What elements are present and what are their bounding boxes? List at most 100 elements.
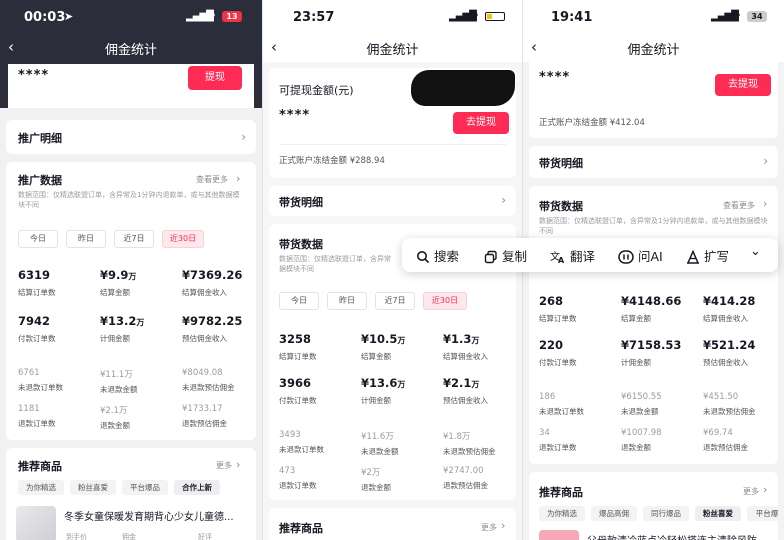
sub-stat-item: 186 未退款订单数 — [539, 392, 584, 416]
withdraw-button[interactable]: 去提现 — [715, 74, 771, 96]
withdraw-button[interactable]: 去提现 — [453, 112, 509, 134]
range-7d[interactable]: 近7日 — [114, 230, 154, 248]
range-30d[interactable]: 近30日 — [162, 230, 204, 248]
translate-action[interactable]: 文 A 翻译 — [550, 246, 595, 265]
section-title: 推荐商品 — [279, 522, 323, 535]
range-today[interactable]: 今日 — [279, 292, 319, 310]
stat-item: ¥1.3万 结算佣金收入 — [443, 332, 488, 361]
copy-action[interactable]: 复制 — [484, 246, 527, 265]
page-title: 佣金统计 — [366, 43, 419, 58]
translate-icon: 文A — [550, 250, 565, 265]
wifi-icon: ◠ — [469, 9, 479, 22]
wifi-icon: ◠ — [206, 9, 216, 22]
goods-detail-row[interactable]: 带货明细 › — [529, 146, 778, 178]
stat-item: ¥13.2万 计佣金额 — [100, 314, 145, 343]
chevron-down-icon[interactable]: ⌄ — [750, 244, 761, 259]
ask-ai-action[interactable]: 问AI — [618, 246, 663, 265]
range-30d[interactable]: 近30日 — [423, 292, 467, 310]
product-tab[interactable]: 粉丝喜爱 — [695, 506, 741, 521]
stat-item: ¥7369.26 结算佣金收入 — [182, 268, 243, 297]
product-title[interactable]: 父母款清冷蓝点冷轻松搭连主清除风防 — [587, 532, 777, 540]
stat-item: ¥10.5万 结算金额 — [361, 332, 406, 361]
panel-1: 00:03 ➤ ▂▄▆█ ◠ 13 ‹ 佣金统计 **** 提现 推广明细 › … — [0, 0, 262, 540]
withdraw-card: **** 去提现 正式账户冻结金额 ¥412.04 — [529, 62, 778, 138]
chevron-right-icon: › — [763, 154, 768, 168]
product-tab[interactable]: 平台爆品 — [122, 480, 168, 495]
scope-note: 数据范围：仅精选联盟订单，含异常 — [279, 255, 391, 263]
goods-detail-row[interactable]: 带货明细 › — [269, 186, 516, 216]
stat-item: ¥414.28 结算佣金收入 — [703, 294, 756, 323]
nav-bar: ‹ 佣金统计 — [0, 34, 262, 62]
divider — [279, 144, 506, 145]
sub-stat-item: ¥1007.98 退款金额 — [621, 428, 662, 452]
product-thumbnail[interactable] — [16, 506, 56, 540]
sub-stat-item: ¥11.6万 未退款金额 — [361, 432, 399, 456]
product-tab[interactable]: 合作上新 — [174, 480, 220, 495]
frozen-amount[interactable]: 正式账户冻结金额 ¥412.04 — [539, 116, 645, 128]
withdraw-button[interactable]: 提现 — [188, 66, 242, 90]
more-link[interactable]: 更多 — [481, 522, 497, 533]
promo-detail-label: 推广明细 — [18, 132, 62, 145]
range-7d[interactable]: 近7日 — [375, 292, 415, 310]
scope-note: 数据范围：仅精选联盟订单，含异常及1分钟内退款单，或与其他数据模块不同 — [539, 217, 768, 235]
location-icon: ➤ — [64, 10, 74, 23]
page-title: 佣金统计 — [627, 43, 680, 58]
frozen-amount[interactable]: 正式账户冻结金额 ¥288.94 — [279, 154, 385, 166]
stat-item: ¥2.1万 预估佣金收入 — [443, 376, 488, 405]
sub-stat-item: ¥1733.17 退款预估佣金 — [182, 404, 227, 428]
product-tab[interactable]: 粉丝喜爱 — [70, 480, 116, 495]
stat-item: 7942 付款订单数 — [18, 314, 56, 343]
chevron-right-icon: › — [241, 130, 246, 144]
sub-stat-item: ¥8049.08 未退款预估佣金 — [182, 368, 235, 392]
chevron-right-icon: › — [501, 193, 506, 207]
product-thumbnail[interactable] — [539, 530, 579, 540]
status-time: 23:57 — [293, 10, 335, 25]
sub-stat-item: ¥11.1万 未退款金额 — [100, 370, 138, 394]
masked-amount: **** — [279, 108, 311, 123]
stat-item: 6319 结算订单数 — [18, 268, 56, 297]
more-link[interactable]: 更多 — [216, 460, 232, 471]
range-yesterday[interactable]: 昨日 — [327, 292, 367, 310]
expand-write-icon — [687, 249, 699, 264]
status-bar: 23:57 ▂▄▆█ ◠ — [263, 0, 522, 34]
sub-stat-item: 6761 未退款订单数 — [18, 368, 63, 392]
product-price-label: 到手价 — [66, 533, 87, 540]
nav-bar: ‹ 佣金统计 — [263, 34, 522, 62]
range-yesterday[interactable]: 昨日 — [66, 230, 106, 248]
recommended-products-card: 推荐商品 更多 › — [269, 508, 516, 540]
battery-icon: 34 — [747, 11, 767, 22]
view-more-link[interactable]: 查看更多 — [196, 174, 228, 185]
product-tab[interactable]: 平台爆 — [747, 506, 778, 521]
product-title[interactable]: 冬季女童保暖发育期背心少女儿童德... — [64, 508, 244, 523]
sub-stat-item: 473 退款订单数 — [279, 466, 317, 490]
search-icon — [417, 251, 430, 264]
battery-icon — [485, 12, 505, 21]
chevron-right-icon: › — [236, 172, 241, 185]
section-title: 推荐商品 — [539, 486, 583, 499]
expand-write-action[interactable]: 扩写 — [686, 246, 729, 265]
view-more-link[interactable]: 查看更多 — [723, 200, 755, 211]
sub-stat-item: 1181 退款订单数 — [18, 404, 56, 428]
promo-detail-row[interactable]: 推广明细 › — [6, 120, 256, 154]
product-tab[interactable]: 爆品高佣 — [591, 506, 637, 521]
product-tab[interactable]: 同行爆品 — [643, 506, 689, 521]
status-bar: 19:41 ▂▄▆█ ◠ 34 — [523, 0, 784, 34]
stat-item: ¥7158.53 计佣金额 — [621, 338, 682, 367]
stat-item: ¥521.24 预估佣金收入 — [703, 338, 756, 367]
product-tab[interactable]: 为你精选 — [539, 506, 585, 521]
sub-stat-item: ¥2万 退款金额 — [361, 468, 391, 492]
search-action[interactable]: 搜索 — [416, 246, 459, 265]
more-link[interactable]: 更多 — [743, 486, 759, 497]
product-rating-label: 好评 — [198, 533, 212, 540]
stat-item: 220 付款订单数 — [539, 338, 577, 367]
withdrawable-label: 可提现金额(元) — [279, 84, 354, 97]
range-today[interactable]: 今日 — [18, 230, 58, 248]
section-title: 推荐商品 — [18, 460, 62, 473]
svg-text:A: A — [558, 256, 565, 264]
recommended-products-card: 推荐商品 更多 › 为你精选 粉丝喜爱 平台爆品 合作上新 冬季女童保暖发育期背… — [6, 448, 256, 540]
status-time: 19:41 — [551, 10, 593, 25]
section-title: 推广数据 — [18, 174, 62, 187]
wifi-icon: ◠ — [731, 9, 741, 22]
product-tab[interactable]: 为你精选 — [18, 480, 64, 495]
stat-item: ¥9782.25 预估佣金收入 — [182, 314, 243, 343]
